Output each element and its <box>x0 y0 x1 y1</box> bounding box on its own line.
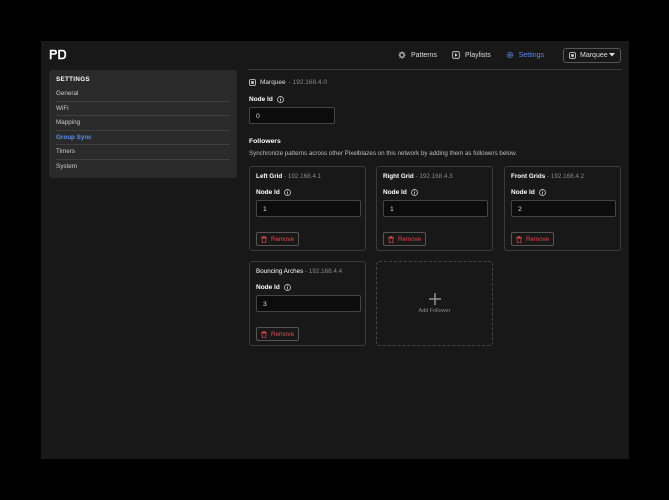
info-icon[interactable] <box>276 96 284 103</box>
node-id-label: Node Id <box>256 284 280 291</box>
playlist-icon <box>452 51 460 59</box>
follower-card-front-grids: Front Grids - 192.168.4.2 Node Id 2 Remo… <box>504 166 621 251</box>
node-id-label: Node Id <box>256 189 280 196</box>
trash-icon <box>388 235 394 243</box>
sidebar-item-general[interactable]: General <box>56 87 230 102</box>
follower-card-bouncing-arches: Bouncing Arches - 192.168.4.4 Node Id 3 … <box>249 261 366 346</box>
sidebar-item-wifi[interactable]: WiFi <box>56 102 230 116</box>
node-id-input[interactable]: 3 <box>256 295 361 312</box>
plus-icon <box>428 293 441 305</box>
leader-device: Marquee - 192.168.4.0 <box>249 79 327 86</box>
remove-label: Remove <box>271 330 295 338</box>
node-id-label-row: Node Id <box>256 284 291 291</box>
follower-name: Front Grids <box>511 173 546 180</box>
followers-description: Synchronize patterns across other Pixelb… <box>249 150 517 157</box>
nav-playlists-label: Playlists <box>465 51 491 59</box>
remove-follower-button[interactable]: Remove <box>511 232 555 246</box>
node-id-input[interactable]: 2 <box>511 200 616 217</box>
followers-title: Followers <box>249 138 281 145</box>
follower-ip: - 192.168.4.4 <box>303 268 343 275</box>
nav-patterns[interactable]: Patterns <box>397 51 438 59</box>
device-select[interactable]: Marquee <box>563 47 621 63</box>
remove-follower-button[interactable]: Remove <box>256 327 300 341</box>
settings-sidebar: SETTINGS General WiFi Mapping Group Sync… <box>49 70 237 178</box>
app-window: Patterns Playlists Settings Marquee SETT… <box>41 41 629 459</box>
trash-icon <box>516 235 522 243</box>
caret-down-icon <box>609 53 615 57</box>
leader-node-id-label-row: Node Id <box>249 96 284 103</box>
remove-label: Remove <box>271 235 295 243</box>
follower-name: Bouncing Arches <box>256 268 304 275</box>
add-follower-button[interactable]: Add Follower <box>376 261 493 346</box>
info-icon[interactable] <box>538 189 546 196</box>
info-icon[interactable] <box>410 189 418 196</box>
sidebar-item-mapping[interactable]: Mapping <box>56 116 230 131</box>
device-icon <box>569 51 576 59</box>
sidebar-item-timers[interactable]: Timers <box>56 145 230 160</box>
add-follower-label: Add Follower <box>418 308 451 314</box>
info-icon[interactable] <box>283 284 291 291</box>
node-id-label-row: Node Id <box>383 189 418 196</box>
follower-ip: - 192.168.4.3 <box>413 173 453 180</box>
sidebar-item-system[interactable]: System <box>56 160 230 174</box>
node-id-input[interactable]: 1 <box>383 200 488 217</box>
remove-follower-button[interactable]: Remove <box>383 232 427 246</box>
leader-node-id-input[interactable]: 0 <box>249 107 335 124</box>
header-divider <box>248 69 622 70</box>
follower-ip: - 192.168.4.1 <box>282 173 322 180</box>
nav-playlists[interactable]: Playlists <box>452 51 491 59</box>
follower-name: Left Grid <box>256 173 283 180</box>
trash-icon <box>261 330 267 338</box>
nav-settings[interactable]: Settings <box>506 51 544 59</box>
pixelblaze-logo <box>49 49 67 60</box>
follower-card-left-grid: Left Grid - 192.168.4.1 Node Id 1 Remove <box>249 166 366 251</box>
follower-name: Right Grid <box>383 173 414 180</box>
node-id-input[interactable]: 1 <box>256 200 361 217</box>
sidebar-title: SETTINGS <box>56 76 90 83</box>
sidebar-item-group-sync[interactable]: Group Sync <box>56 131 230 145</box>
leader-node-id-label: Node Id <box>249 96 273 103</box>
device-select-value: Marquee <box>580 51 608 59</box>
patterns-icon <box>397 51 406 59</box>
node-id-label: Node Id <box>511 189 535 196</box>
node-id-label-row: Node Id <box>511 189 546 196</box>
device-icon <box>249 79 256 86</box>
remove-label: Remove <box>526 235 550 243</box>
follower-ip: - 192.168.4.2 <box>545 173 585 180</box>
trash-icon <box>261 235 267 243</box>
leader-name: Marquee <box>260 79 286 86</box>
nav-settings-label: Settings <box>518 51 544 59</box>
nav-patterns-label: Patterns <box>410 51 438 59</box>
leader-ip: - 192.168.4.0 <box>288 79 327 86</box>
top-nav: Patterns Playlists Settings Marquee <box>383 47 621 63</box>
gear-icon <box>506 51 513 59</box>
remove-label: Remove <box>398 235 422 243</box>
info-icon[interactable] <box>283 189 291 196</box>
remove-follower-button[interactable]: Remove <box>256 232 300 246</box>
node-id-label-row: Node Id <box>256 189 291 196</box>
node-id-label: Node Id <box>383 189 407 196</box>
follower-card-right-grid: Right Grid - 192.168.4.3 Node Id 1 Remov… <box>376 166 493 251</box>
